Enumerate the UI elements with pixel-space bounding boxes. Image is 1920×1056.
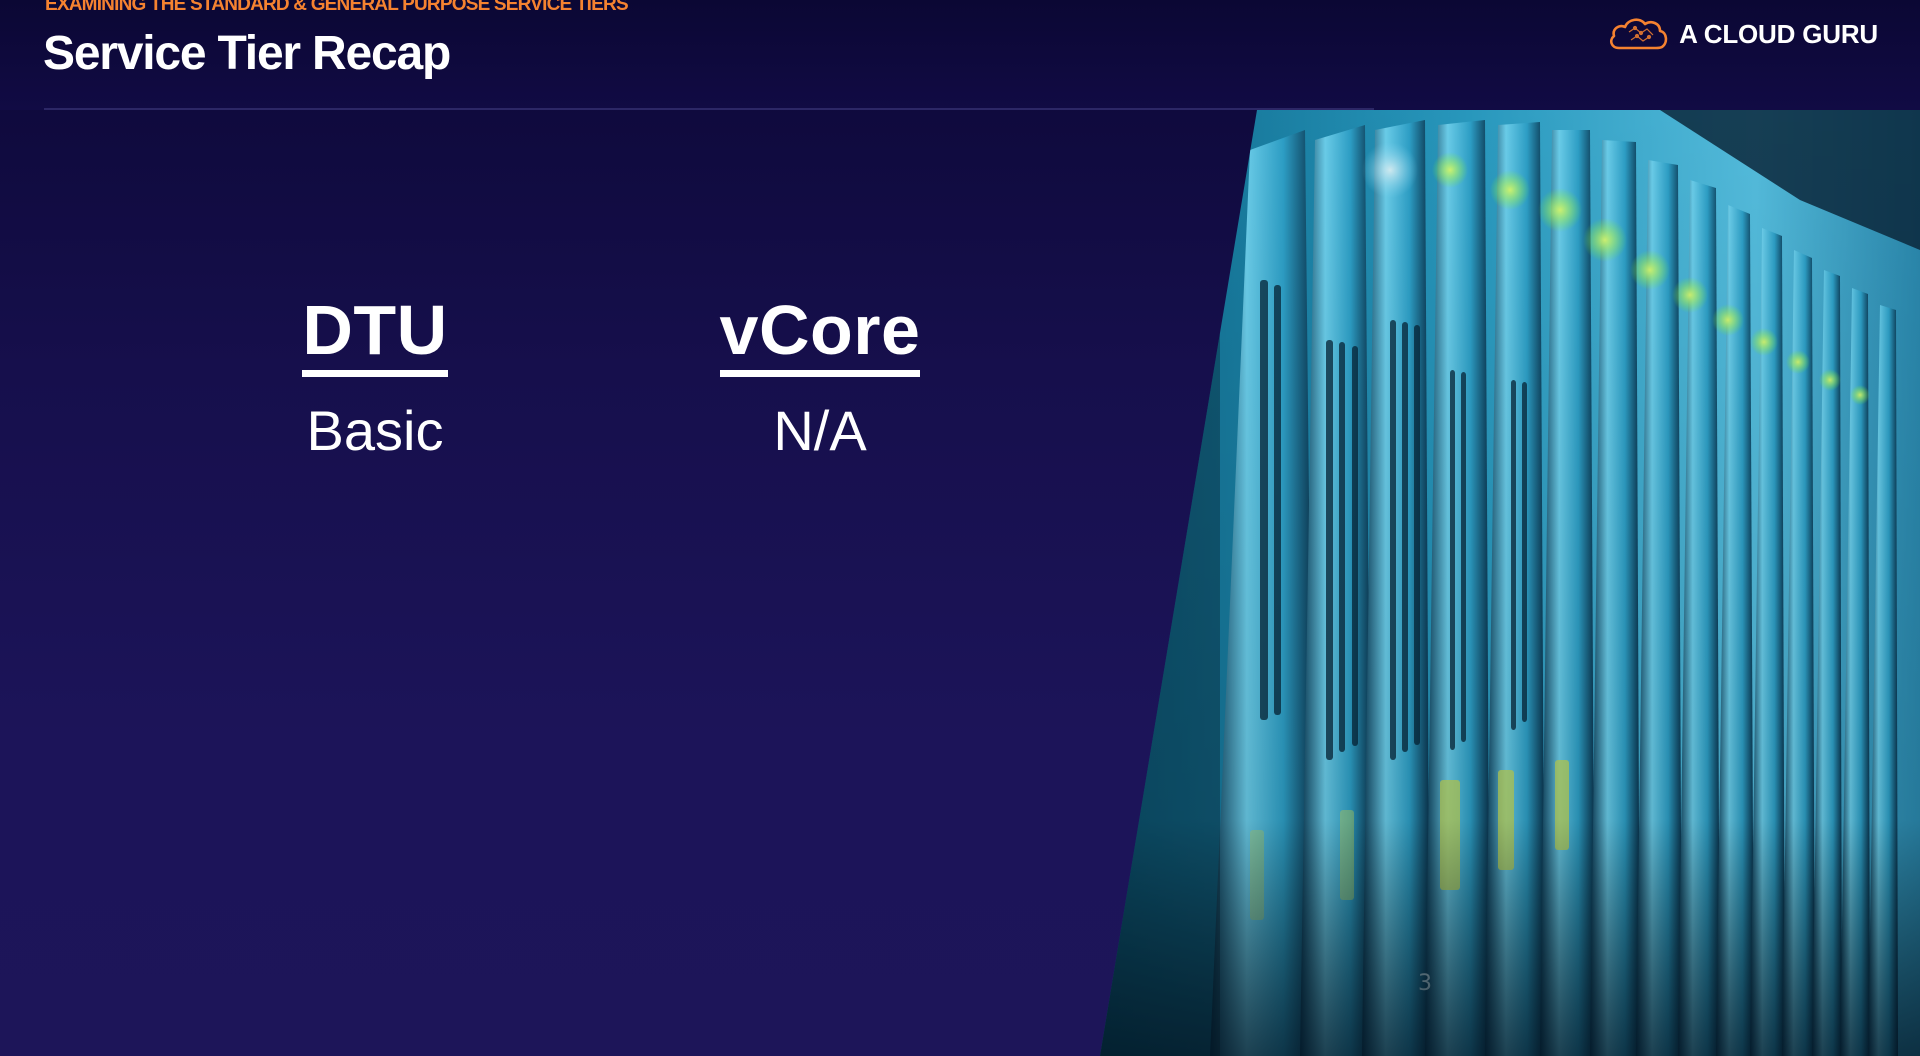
slide-eyebrow: EXAMINING THE STANDARD & GENERAL PURPOSE… <box>45 0 629 15</box>
server-rack-illustration: 3 <box>1100 110 1920 1056</box>
dtu-column: DTU Basic <box>165 290 585 463</box>
title-divider <box>44 108 1374 110</box>
page-title: Service Tier Recap <box>43 27 451 80</box>
dtu-heading: DTU <box>302 290 448 377</box>
server-rack-photo: 3 <box>1100 110 1920 1056</box>
vcore-tier-item: N/A <box>773 399 867 462</box>
brand-logo-group: A CLOUD GURU <box>1607 14 1878 54</box>
cloud-logo-icon <box>1610 18 1668 50</box>
dtu-tier-item: Basic <box>306 399 444 462</box>
brand-name: A CLOUD GURU <box>1679 18 1878 49</box>
vcore-heading: vCore <box>719 290 921 377</box>
vcore-column: vCore N/A <box>610 290 1030 463</box>
